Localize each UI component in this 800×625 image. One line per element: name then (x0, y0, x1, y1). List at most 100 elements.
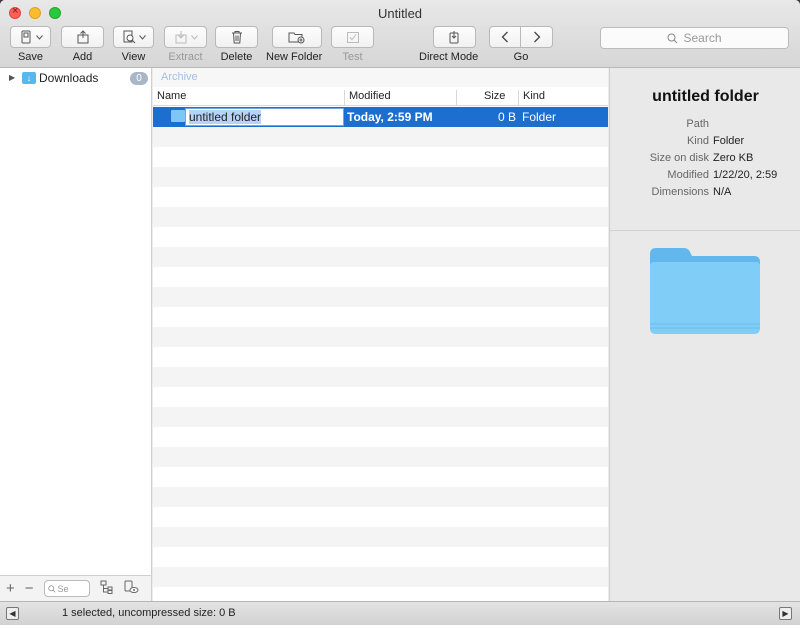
empty-row (153, 287, 608, 307)
row-size: 0 B (498, 110, 517, 124)
test-label: Test (342, 51, 363, 63)
search-field[interactable]: Search (600, 27, 789, 49)
app-window: Untitled Save Add View (0, 0, 800, 625)
save-label: Save (17, 51, 44, 63)
new-folder-tool: New Folder (266, 26, 322, 63)
go-label: Go (513, 51, 529, 63)
table-row[interactable]: untitled folder Today, 2:59 PM 0 B Folde… (153, 107, 608, 127)
test-button[interactable] (331, 26, 374, 48)
status-text: 1 selected, uncompressed size: 0 B (62, 607, 236, 619)
empty-row (153, 407, 608, 427)
empty-row (153, 207, 608, 227)
sidebar: ▶ ↓ Downloads 0 (0, 68, 152, 575)
go-tool: Go (489, 26, 553, 63)
go-segmented-control (489, 26, 553, 48)
info-row-modified: Modified 1/22/20, 2:59 (610, 169, 800, 186)
rename-field[interactable]: untitled folder (185, 108, 344, 126)
empty-row (153, 447, 608, 467)
add-button[interactable] (61, 26, 104, 48)
archive-preview-icon[interactable] (123, 580, 139, 597)
view-tool: View (113, 26, 154, 63)
rename-field-text: untitled folder (189, 110, 262, 124)
empty-row (153, 547, 608, 567)
empty-row (153, 467, 608, 487)
delete-button[interactable] (215, 26, 258, 48)
toggle-info-pane-icon[interactable]: ▶ (779, 607, 792, 620)
empty-row (153, 427, 608, 447)
column-header-kind[interactable]: Kind (518, 90, 608, 105)
sidebar-bottom-bar: + − Se (0, 575, 152, 601)
sidebar-search-field[interactable]: Se (43, 580, 90, 597)
info-key: Modified (667, 169, 709, 181)
sidebar-search-placeholder: Se (57, 583, 69, 594)
chevron-right-icon (533, 31, 540, 43)
empty-row (153, 307, 608, 327)
direct-mode-icon (449, 31, 459, 44)
folder-icon (171, 110, 185, 122)
save-button[interactable] (10, 26, 51, 48)
extract-icon (175, 31, 186, 44)
add-icon[interactable]: + (6, 580, 15, 597)
chevron-down-icon (190, 34, 198, 40)
view-button[interactable] (113, 26, 154, 48)
downloads-folder-icon: ↓ (22, 71, 36, 84)
row-kind: Folder (522, 110, 557, 124)
test-tool: Test (331, 26, 374, 63)
column-header-modified[interactable]: Modified (344, 90, 456, 105)
toolbar: Untitled Save Add View (0, 0, 800, 68)
extract-label: Extract (168, 51, 203, 63)
column-header-name[interactable]: Name (153, 90, 344, 105)
sidebar-item-downloads[interactable]: ▶ ↓ Downloads 0 (0, 69, 152, 86)
info-value: N/A (713, 186, 732, 198)
add-label: Add (72, 51, 93, 63)
empty-row (153, 227, 608, 247)
extract-button[interactable] (164, 26, 207, 48)
search-icon (47, 584, 56, 593)
info-row-size: Size on disk Zero KB (610, 152, 800, 169)
empty-row (153, 487, 608, 507)
add-file-icon (77, 30, 88, 44)
info-key: Kind (686, 135, 709, 147)
archive-save-icon (21, 30, 30, 44)
toggle-sidebar-icon[interactable]: ◀ (6, 607, 19, 620)
direct-mode-button[interactable] (432, 26, 476, 48)
column-header: Name Modified Size Kind (153, 87, 608, 106)
remove-icon[interactable]: − (25, 580, 34, 597)
status-bar: ◀ 1 selected, uncompressed size: 0 B ▶ (0, 601, 800, 625)
info-key: Path (686, 118, 709, 130)
info-fields: Path Kind Folder Size on disk Zero KB Mo… (610, 118, 800, 203)
new-folder-icon (288, 32, 305, 44)
back-button[interactable] (489, 26, 521, 48)
info-value: 1/22/20, 2:59 (713, 169, 778, 181)
info-value: Folder (713, 135, 745, 147)
info-row-dimensions: Dimensions N/A (610, 186, 800, 203)
empty-row (153, 567, 608, 587)
breadcrumb-archive[interactable]: Archive (161, 71, 198, 83)
forward-button[interactable] (521, 26, 553, 48)
new-folder-label: New Folder (266, 51, 323, 63)
disclosure-triangle-icon[interactable]: ▶ (9, 73, 17, 82)
info-row-kind: Kind Folder (610, 135, 800, 152)
info-divider (610, 230, 800, 231)
empty-row (153, 147, 608, 167)
empty-row (153, 507, 608, 527)
direct-mode-tool: Direct Mode (419, 26, 478, 63)
file-rows: untitled folder Today, 2:59 PM 0 B Folde… (153, 107, 608, 601)
info-title: untitled folder (652, 88, 759, 105)
empty-row (153, 367, 608, 387)
column-header-size[interactable]: Size (456, 90, 518, 105)
item-count-badge: 0 (130, 72, 148, 85)
empty-row (153, 127, 608, 147)
folder-preview-icon (650, 248, 760, 334)
save-tool: Save (10, 26, 51, 63)
delete-tool: Delete (215, 26, 258, 63)
breadcrumb: Archive (153, 68, 608, 87)
empty-row (153, 167, 608, 187)
file-list-pane: Archive Name Modified Size Kind untitled… (153, 68, 608, 601)
info-key: Dimensions (651, 186, 709, 198)
hierarchy-icon[interactable] (100, 580, 113, 597)
new-folder-button[interactable] (271, 26, 322, 48)
chevron-down-icon (138, 34, 146, 40)
sidebar-item-label: Downloads (39, 70, 99, 85)
empty-row (153, 527, 608, 547)
